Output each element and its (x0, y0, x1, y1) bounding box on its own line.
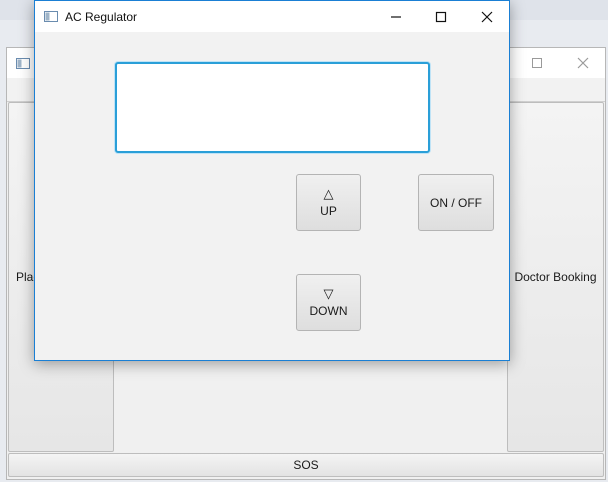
doctor-booking-button[interactable]: Doctor Booking (507, 102, 604, 452)
ac-regulator-window: AC Regulator △ UP ON / OFF ▽ DOWN (34, 0, 510, 361)
on-off-label: ON / OFF (430, 195, 482, 210)
window-app-icon (16, 58, 30, 69)
minimize-icon[interactable] (388, 9, 404, 25)
down-button[interactable]: ▽ DOWN (296, 274, 361, 331)
window-app-icon (44, 11, 58, 22)
doctor-booking-label: Doctor Booking (514, 270, 597, 284)
sos-label: SOS (293, 458, 319, 472)
temperature-display[interactable] (115, 62, 430, 153)
maximize-icon[interactable] (529, 55, 545, 71)
close-icon[interactable] (575, 55, 591, 71)
up-button[interactable]: △ UP (296, 174, 361, 231)
dialog-titlebar: AC Regulator (35, 1, 509, 32)
sos-button[interactable]: SOS (8, 453, 604, 477)
close-icon[interactable] (479, 9, 495, 25)
up-button-label: UP (320, 204, 337, 218)
down-button-label: DOWN (309, 304, 348, 318)
window-title: AC Regulator (65, 10, 138, 24)
down-triangle-icon: ▽ (323, 286, 334, 301)
maximize-icon[interactable] (433, 9, 449, 25)
on-off-button[interactable]: ON / OFF (418, 174, 494, 231)
up-triangle-icon: △ (323, 186, 334, 201)
